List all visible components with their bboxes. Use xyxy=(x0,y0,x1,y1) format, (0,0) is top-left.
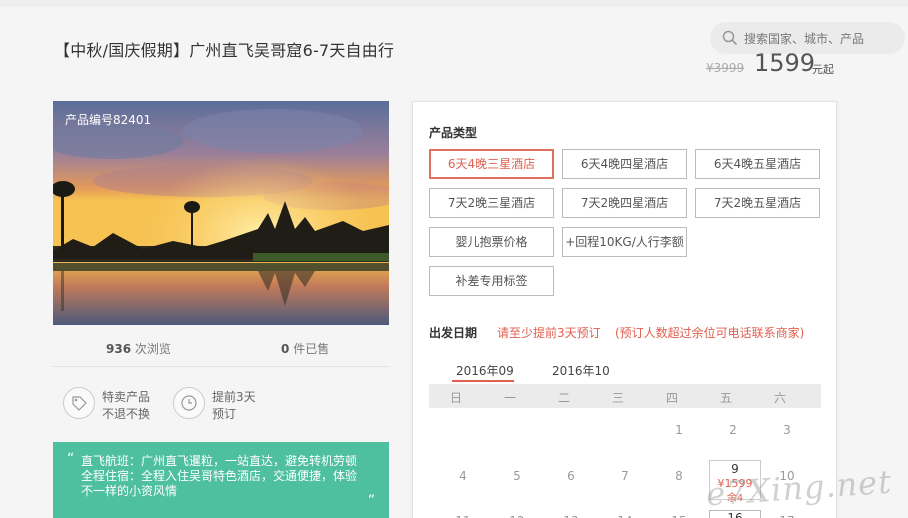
views-stat: 936 次浏览 xyxy=(106,340,171,357)
option-7d2n-3star[interactable]: 7天2晚三星酒店 xyxy=(429,188,554,218)
option-infant-ticket[interactable]: 婴儿抱票价格 xyxy=(429,227,554,257)
badge-line1: 提前3天 xyxy=(212,390,256,404)
contact-notice: (预订人数超过余位可电话联系商家) xyxy=(615,326,805,340)
page: 【中秋/国庆假期】广州直飞吴哥窟6-7天自由行 搜索国家、城市、产品 ¥3999… xyxy=(0,7,908,518)
highlight-item: 直飞航班：广州直飞暹粒，一站直达，避免转机劳顿 xyxy=(81,454,358,468)
views-count: 936 xyxy=(106,342,132,356)
angkor-wat-sunset-image xyxy=(53,101,389,325)
weekday: 日 xyxy=(449,391,462,405)
option-6d4n-4star[interactable]: 6天4晚四星酒店 xyxy=(562,149,687,179)
current-price: 1599 xyxy=(754,49,816,77)
advance-notice: 请至少提前3天预订 xyxy=(497,326,601,340)
option-7d2n-4star[interactable]: 7天2晚四星酒店 xyxy=(562,188,687,218)
calendar-day: 1 xyxy=(675,423,683,437)
calendar-day: 8 xyxy=(675,469,683,483)
weekday: 四 xyxy=(665,391,678,405)
weekday: 一 xyxy=(503,391,516,405)
calendar-day: 5 xyxy=(513,469,521,483)
sold-count: 0 xyxy=(281,342,290,356)
page-title: 【中秋/国庆假期】广州直飞吴哥窟6-7天自由行 xyxy=(54,41,395,60)
close-quote-icon: ” xyxy=(367,493,375,509)
highlights-box: “ 直飞航班：广州直飞暹粒，一站直达，避免转机劳顿 全程住宿：全程入住吴哥特色酒… xyxy=(53,442,389,518)
weekday: 二 xyxy=(557,391,570,405)
views-label: 次浏览 xyxy=(134,342,171,356)
tab-month-sep[interactable]: 2016年09 xyxy=(456,362,514,379)
calendar-day: 17 xyxy=(761,514,813,518)
calendar-day: 6 xyxy=(567,469,575,483)
tab-month-oct[interactable]: 2016年10 xyxy=(552,362,610,379)
calendar-day: 12 xyxy=(491,514,543,518)
clock-icon xyxy=(173,387,205,419)
original-price: ¥3999 xyxy=(706,61,745,75)
depart-date-label: 出发日期 xyxy=(429,326,478,340)
calendar-day: 4 xyxy=(459,469,467,483)
calendar-day: 13 xyxy=(545,514,597,518)
badge-line2: 预订 xyxy=(212,407,237,421)
weekday: 五 xyxy=(719,391,732,405)
product-photo: 产品编号82401 xyxy=(53,101,389,325)
option-7d2n-5star[interactable]: 7天2晚五星酒店 xyxy=(695,188,820,218)
weekday: 三 xyxy=(611,391,624,405)
badge-line1: 特卖产品 xyxy=(102,390,151,404)
product-type-label: 产品类型 xyxy=(429,126,478,140)
weekday: 六 xyxy=(773,391,786,405)
highlight-item: 全程住宿：全程入住吴哥特色酒店，交通便捷，体验 xyxy=(81,469,358,483)
option-6d4n-5star[interactable]: 6天4晚五星酒店 xyxy=(695,149,820,179)
calendar-day: 7 xyxy=(621,469,629,483)
sold-label: 件已售 xyxy=(293,342,330,356)
active-month-indicator xyxy=(452,380,514,382)
calendar-day: 14 xyxy=(599,514,651,518)
price-unit: 元起 xyxy=(812,63,834,76)
product-stats: 936 次浏览 0 件已售 xyxy=(53,337,389,367)
booking-panel: 产品类型 6天4晚三星酒店 6天4晚四星酒店 6天4晚五星酒店 7天2晚三星酒店… xyxy=(412,101,837,518)
sold-stat: 0 件已售 xyxy=(281,340,329,357)
highlight-item: 不一样的小资风情 xyxy=(81,484,178,498)
option-6d4n-3star[interactable]: 6天4晚三星酒店 xyxy=(429,149,554,179)
search-icon xyxy=(722,30,738,46)
search-input[interactable]: 搜索国家、城市、产品 xyxy=(744,30,864,47)
option-extra-luggage[interactable]: +回程10KG/人行李额 xyxy=(562,227,687,257)
weekday-header: 日 一 二 三 四 五 六 xyxy=(429,384,821,408)
open-quote-icon: “ xyxy=(67,451,75,467)
calendar-day: 3 xyxy=(783,423,791,437)
product-code: 产品编号82401 xyxy=(65,113,152,127)
calendar-day: 15 xyxy=(653,514,705,518)
option-price-difference[interactable]: 补差专用标签 xyxy=(429,266,554,296)
badge-line2: 不退不换 xyxy=(102,407,151,421)
calendar-day: 2 xyxy=(729,423,737,437)
calendar-day: 11 xyxy=(437,514,489,518)
tag-icon xyxy=(63,387,95,419)
